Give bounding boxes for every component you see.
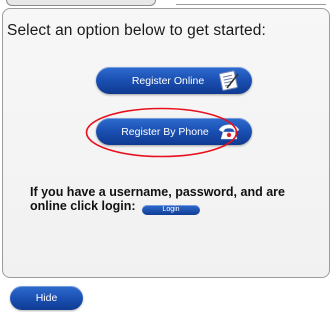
hide-button[interactable]: Hide [10,286,83,310]
register-online-label: Register Online [131,74,205,87]
top-border-line [176,0,326,5]
top-tab-edge [6,0,156,6]
login-button[interactable]: Login [142,205,200,215]
highlight-circle [85,107,238,158]
register-online-button[interactable]: Register Online [96,67,252,94]
notepad-pencil-icon [216,69,242,92]
page-heading: Select an option below to get started: [7,22,266,39]
